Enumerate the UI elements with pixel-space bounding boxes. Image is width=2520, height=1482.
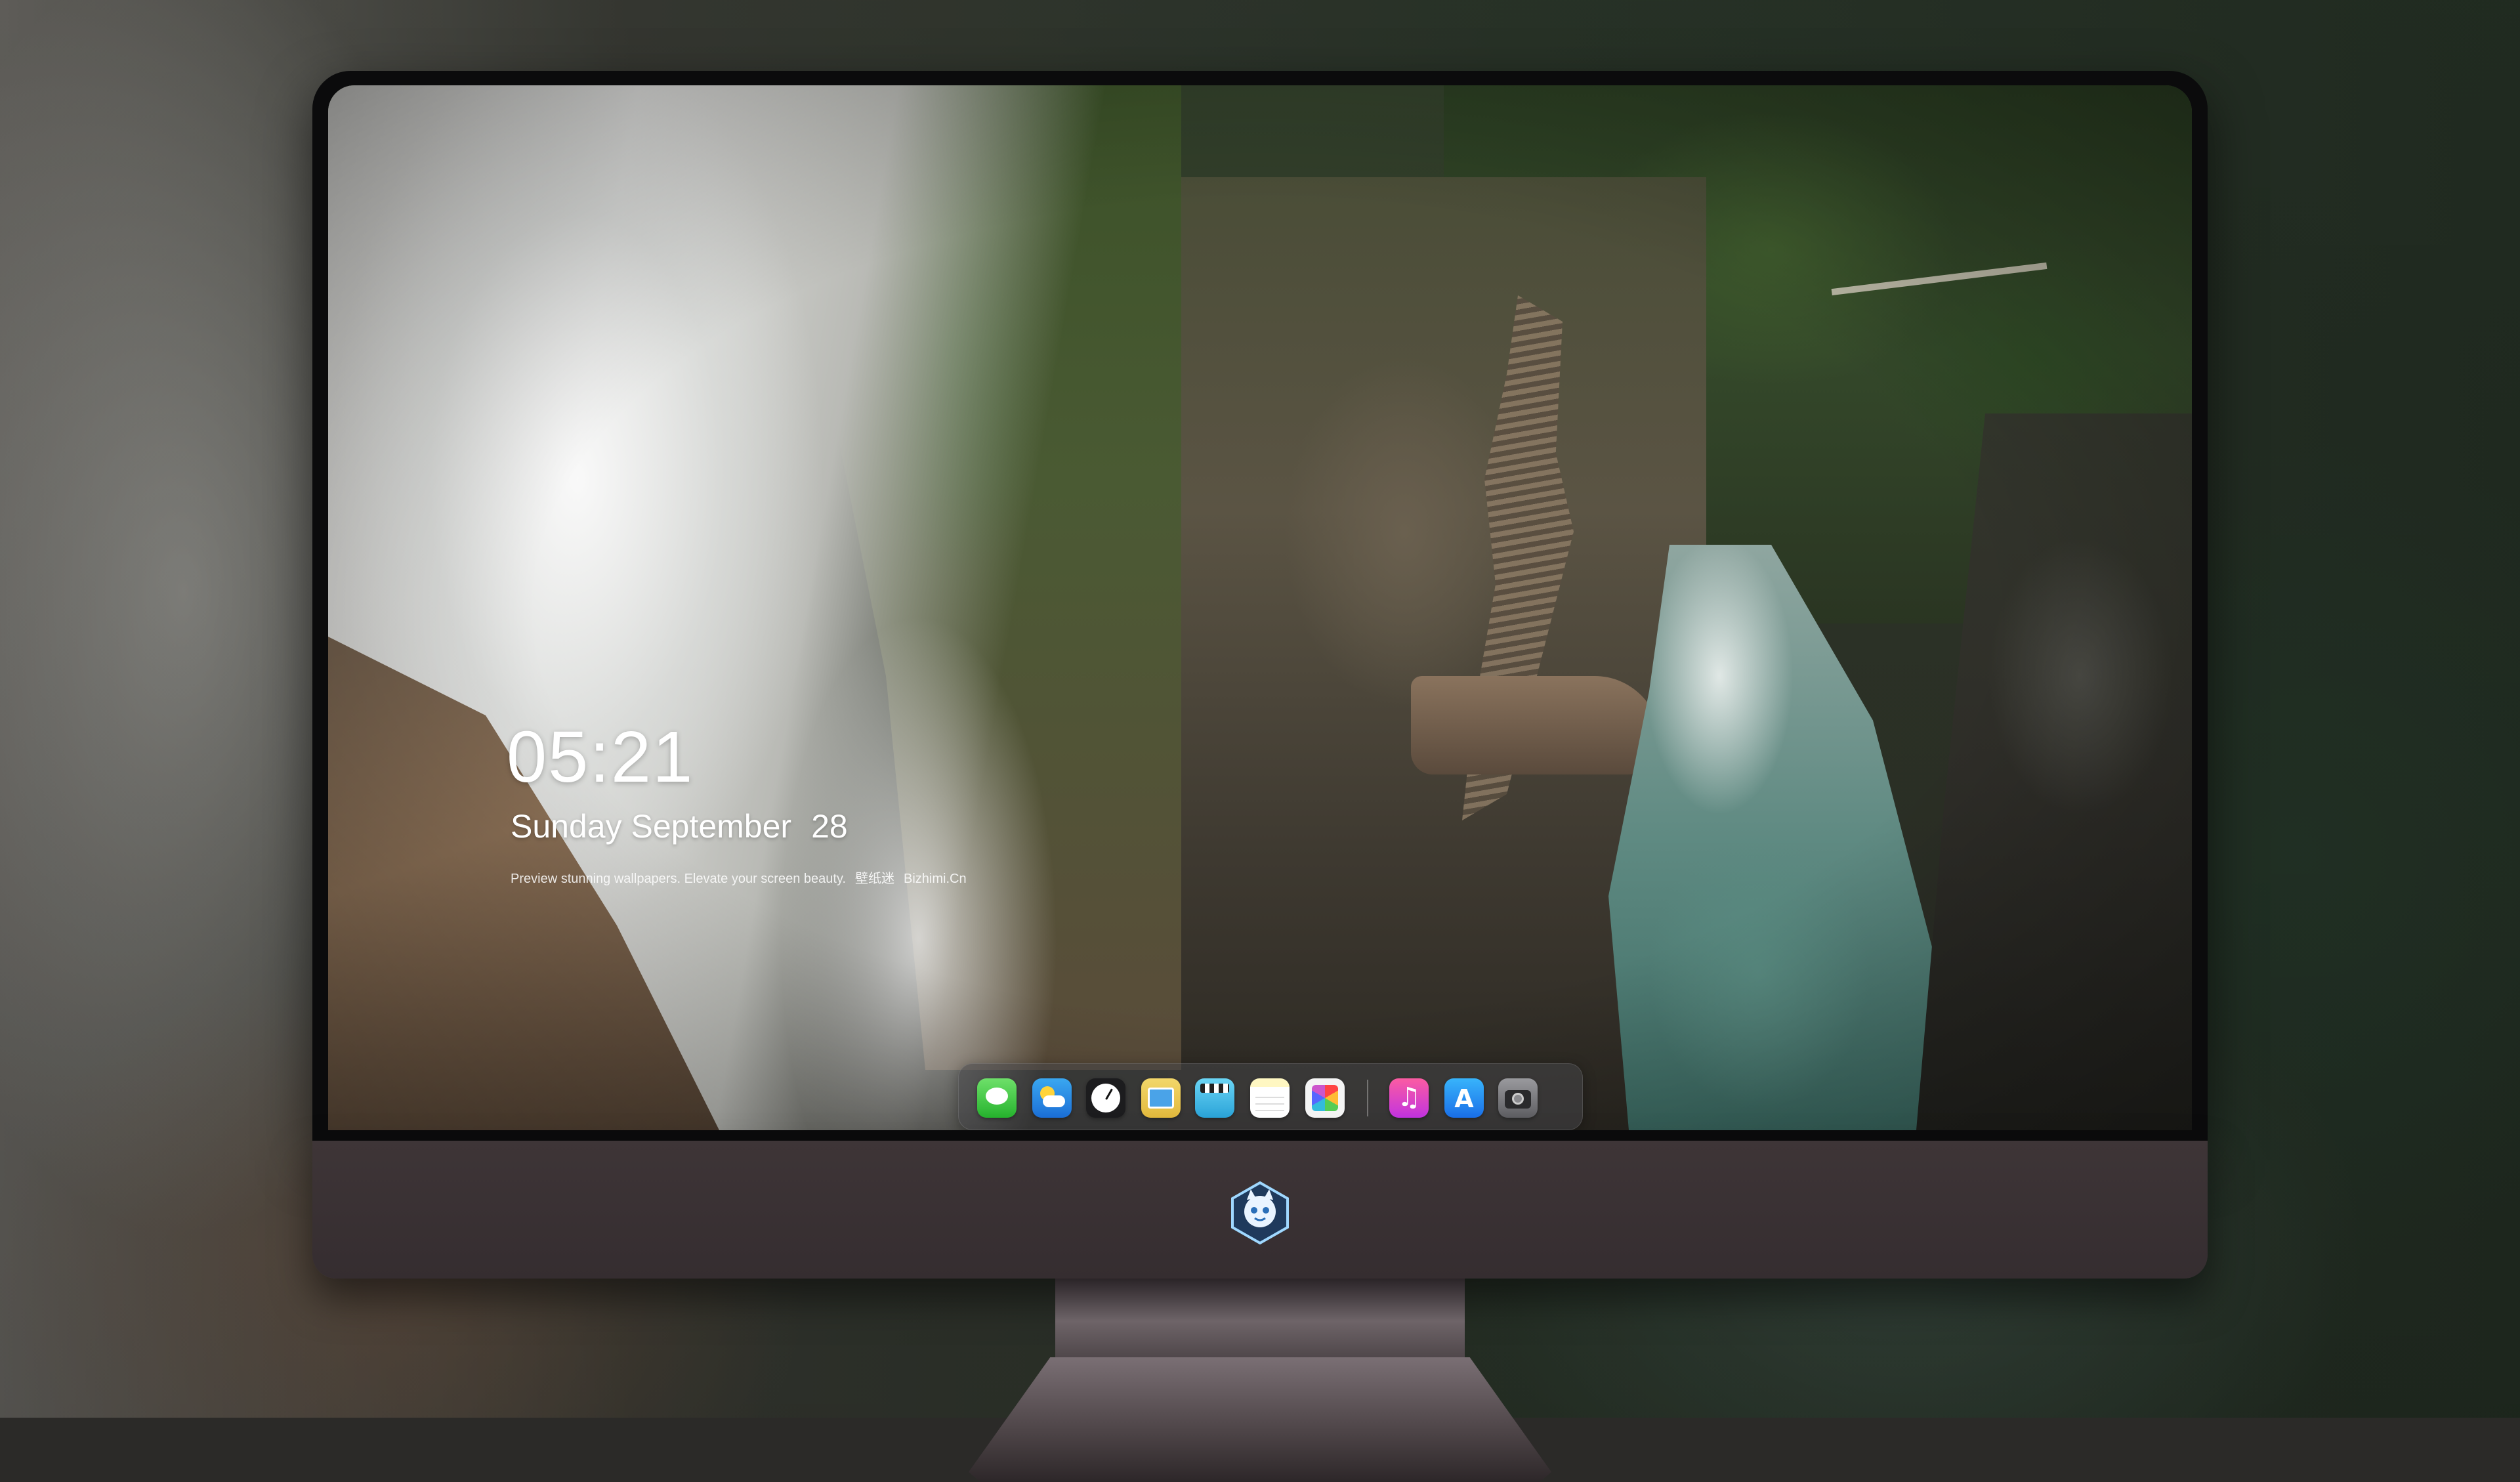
- music-icon[interactable]: [1389, 1078, 1429, 1118]
- monitor-chin: [312, 1141, 2208, 1279]
- monitor-stand-neck: [1055, 1279, 1465, 1364]
- camera-icon[interactable]: [1498, 1078, 1538, 1118]
- wallpaper-vignette: [328, 85, 2192, 1130]
- preview-icon[interactable]: [1141, 1078, 1181, 1118]
- weather-icon[interactable]: [1032, 1078, 1072, 1118]
- tagline-text: Preview stunning wallpapers. Elevate you…: [511, 872, 847, 886]
- lock-date-day: 28: [811, 808, 848, 845]
- mascot-logo-icon: [1231, 1181, 1289, 1245]
- monitor-stand-base: [969, 1357, 1551, 1482]
- imac-monitor: 05:21 Sunday September 28 Preview stunnin…: [312, 71, 2208, 1482]
- wallpaper-tagline: Preview stunning wallpapers. Elevate you…: [511, 868, 976, 887]
- lock-date-weekday-month: Sunday September: [511, 808, 792, 845]
- desktop-screen: 05:21 Sunday September 28 Preview stunnin…: [328, 85, 2192, 1130]
- monitor-bezel: 05:21 Sunday September 28 Preview stunnin…: [312, 71, 2208, 1141]
- tagline-brand-cn: 壁纸迷: [855, 872, 895, 886]
- lock-date: Sunday September 28: [511, 807, 848, 845]
- app-store-icon[interactable]: [1444, 1078, 1484, 1118]
- photos-icon[interactable]: [1305, 1078, 1345, 1118]
- tagline-site: Bizhimi.Cn: [904, 872, 967, 886]
- notes-icon[interactable]: [1250, 1078, 1290, 1118]
- dock-separator: [1367, 1080, 1368, 1116]
- clock-icon[interactable]: [1086, 1078, 1125, 1118]
- dock: [958, 1063, 1583, 1130]
- imovie-icon[interactable]: [1195, 1078, 1234, 1118]
- lock-clock: 05:21: [507, 717, 694, 797]
- messages-icon[interactable]: [977, 1078, 1017, 1118]
